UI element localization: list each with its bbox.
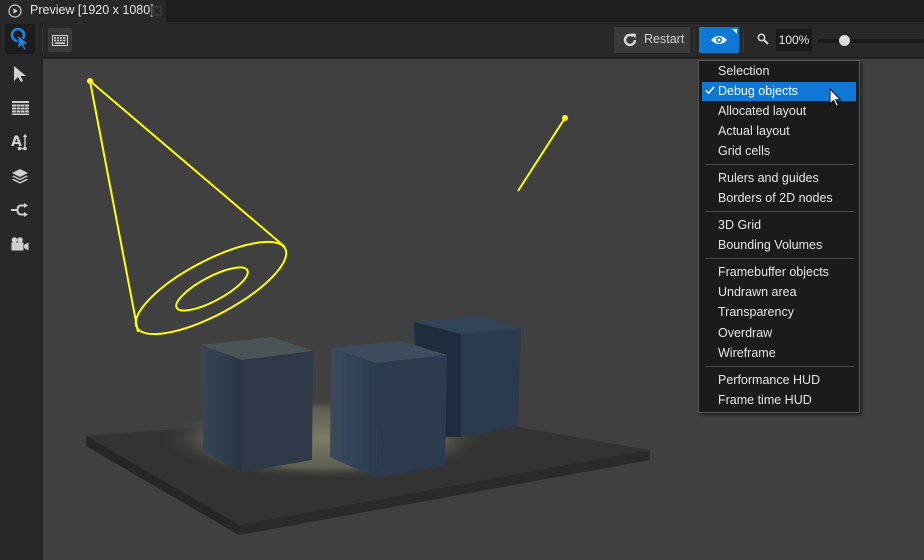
magnifier-icon	[757, 33, 769, 45]
arrow-cursor-icon	[14, 66, 26, 82]
checkmark-icon	[705, 86, 715, 95]
tab-bar: Preview [1920 x 1080]	[0, 0, 924, 22]
box-middle	[330, 341, 447, 478]
menu-item-bounding-volumes[interactable]: Bounding Volumes	[702, 236, 856, 255]
dropdown-indicator-icon	[732, 29, 737, 34]
menu-item-performance-hud[interactable]: Performance HUD	[702, 371, 856, 390]
tab-title: Preview [1920 x 1080]	[30, 3, 154, 17]
restart-button[interactable]: Restart	[614, 27, 690, 53]
menu-item-borders-2d-nodes[interactable]: Borders of 2D nodes	[702, 189, 856, 208]
menu-item-undrawn-area[interactable]: Undrawn area	[702, 283, 856, 302]
menu-item-framebuffer-objects[interactable]: Framebuffer objects	[702, 263, 856, 282]
menu-item-selection[interactable]: Selection	[702, 62, 856, 81]
sidebar-item-camera[interactable]	[5, 229, 35, 259]
play-circle-icon	[8, 4, 22, 18]
menu-separator	[705, 366, 854, 367]
zoom-slider[interactable]	[818, 39, 924, 43]
menu-item-transparency[interactable]: Transparency	[702, 303, 856, 322]
visualization-menu-button[interactable]	[699, 27, 739, 53]
menu-separator	[705, 211, 854, 212]
text-size-icon: A	[11, 133, 28, 151]
refresh-icon	[623, 33, 637, 47]
keyboard-icon	[52, 34, 68, 46]
sidebar-item-text[interactable]: A	[5, 127, 35, 157]
box-left	[201, 337, 313, 472]
video-camera-icon	[11, 237, 29, 251]
menu-item-wireframe[interactable]: Wireframe	[702, 344, 856, 363]
toolbar-divider	[42, 29, 43, 51]
sidebar-item-layers[interactable]	[5, 161, 35, 191]
menu-item-rulers-and-guides[interactable]: Rulers and guides	[702, 169, 856, 188]
menu-item-grid-cells[interactable]: Grid cells	[702, 142, 856, 161]
pointer-click-icon	[10, 27, 30, 51]
menu-item-frame-time-hud[interactable]: Frame time HUD	[702, 391, 856, 410]
keyboard-button[interactable]	[48, 28, 72, 52]
sidebar-item-bindings[interactable]	[5, 195, 35, 225]
directional-light	[517, 115, 568, 192]
menu-separator	[705, 258, 854, 259]
menu-item-actual-layout[interactable]: Actual layout	[702, 122, 856, 141]
visualization-menu: Selection Debug objects Allocated layout…	[698, 60, 860, 413]
tool-sidebar: A	[0, 22, 42, 560]
tab-preview[interactable]: Preview [1920 x 1080]	[0, 0, 166, 22]
eye-icon	[711, 36, 727, 44]
grid-table-icon	[11, 101, 29, 115]
connector-icon	[11, 203, 28, 217]
layers-icon	[12, 169, 28, 184]
spot-light-cone	[87, 78, 288, 336]
sidebar-item-interact[interactable]	[5, 24, 35, 54]
mouse-cursor-icon	[829, 88, 842, 108]
toolbar-divider	[743, 29, 744, 51]
zoom-slider-thumb[interactable]	[839, 35, 850, 46]
close-icon[interactable]	[152, 6, 162, 16]
toolbar-divider	[694, 29, 695, 51]
menu-separator	[705, 164, 854, 165]
sidebar-item-select[interactable]	[5, 59, 35, 89]
menu-item-overdraw[interactable]: Overdraw	[702, 324, 856, 343]
zoom-value-field[interactable]: 100%	[776, 29, 812, 51]
restart-label: Restart	[644, 32, 685, 46]
sidebar-item-grid[interactable]	[5, 93, 35, 123]
menu-item-3d-grid[interactable]: 3D Grid	[702, 216, 856, 235]
